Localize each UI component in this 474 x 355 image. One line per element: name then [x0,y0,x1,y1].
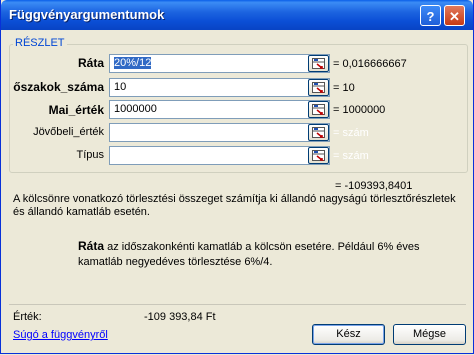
ok-button[interactable]: Kész [312,324,385,345]
title-bar[interactable]: Függvényargumentumok ? ✕ [1,0,473,30]
collapse-dialog-future-value-button[interactable] [308,124,329,141]
function-description: A kölcsönre vonatkozó törlesztési összeg… [13,193,456,218]
arg-label-rate: Ráta [77,56,104,70]
formula-value: -109 393,84 Ft [144,311,216,323]
arg-value-type: = szám [333,150,369,162]
function-arguments-dialog: Függvényargumentumok ? ✕ RÉSZLET Ráta 20… [0,0,474,354]
formula-result: = -109393,8401 [335,180,413,192]
argument-description: Ráta az időszakonkénti kamatláb a kölcsö… [78,239,466,270]
arg-input-type[interactable] [109,146,330,165]
arg-value-rate: = 0,016666667 [333,58,407,70]
value-label: Érték: [13,311,42,323]
argument-description-name: Ráta [78,239,105,253]
range-select-icon [312,150,325,161]
collapse-dialog-periods-button[interactable] [308,79,329,96]
arg-label-periods: őszakok_száma [13,80,104,94]
range-select-icon [312,127,325,138]
function-name: RÉSZLET [13,37,67,49]
arg-input-periods[interactable]: 10 [109,78,330,97]
range-select-icon [312,58,325,69]
arg-value-periods: = 10 [333,82,355,94]
dialog-title: Függvényargumentumok [9,7,165,22]
range-select-icon [312,82,325,93]
close-button[interactable]: ✕ [444,5,465,26]
collapse-dialog-type-button[interactable] [308,147,329,164]
arg-label-type: Típus [76,149,104,161]
arg-input-rate[interactable]: 20%/12 [109,54,330,73]
cancel-button[interactable]: Mégse [393,324,466,345]
help-button[interactable]: ? [420,5,441,26]
help-on-function-link[interactable]: Súgó a függvényről [13,329,108,341]
range-select-icon [312,104,325,115]
arg-value-present-value: = 1000000 [333,104,386,116]
arg-input-present-value[interactable]: 1000000 [109,100,330,119]
collapse-dialog-rate-button[interactable] [308,55,329,72]
arg-label-present-value: Mai_érték [48,103,104,117]
collapse-dialog-present-value-button[interactable] [308,101,329,118]
arg-input-rate-text: 20%/12 [114,57,152,69]
arg-input-future-value[interactable] [109,123,330,142]
arg-value-future-value: = szám [333,127,369,139]
separator [9,304,466,305]
argument-description-text: az időszakonkénti kamatláb a kölcsön ese… [78,241,420,268]
arg-label-future-value: Jövőbeli_érték [33,126,104,138]
